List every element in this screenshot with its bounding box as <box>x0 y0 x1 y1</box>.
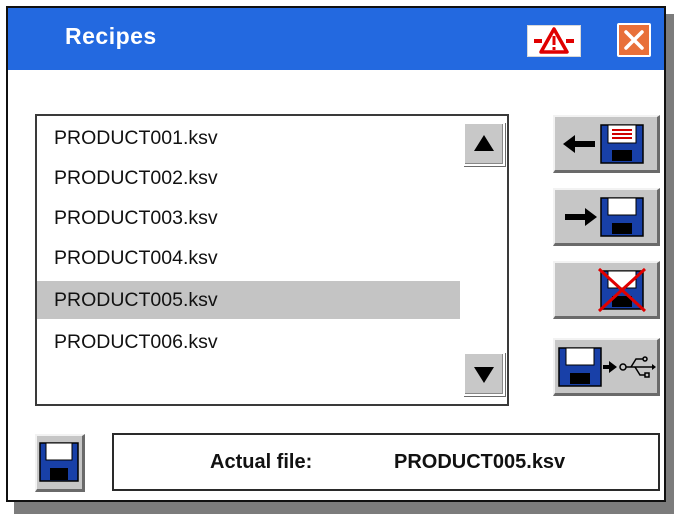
floppy-disk-icon <box>39 442 79 482</box>
scroll-down-button[interactable] <box>463 352 505 396</box>
triangle-down-icon <box>474 367 494 383</box>
window-title: Recipes <box>65 23 157 49</box>
arrow-right-floppy-icon <box>565 197 644 237</box>
save-recipe-button[interactable] <box>553 188 660 246</box>
arrow-left-floppy-icon <box>563 124 644 164</box>
scrollbar[interactable] <box>460 116 507 404</box>
list-item[interactable]: PRODUCT003.ksv <box>37 199 460 237</box>
recipe-file-list[interactable]: PRODUCT001.ksv PRODUCT002.ksv PRODUCT003… <box>35 114 509 406</box>
close-button[interactable] <box>617 23 651 57</box>
actual-file-display: Actual file: PRODUCT005.ksv <box>112 433 660 491</box>
load-recipe-button[interactable] <box>553 115 660 173</box>
recipes-dialog: Recipes PRODUCT001.ksv PRODUCT002.ksv PR… <box>6 6 666 502</box>
floppy-to-usb-icon <box>558 347 656 387</box>
floppy-crossed-icon <box>597 267 647 313</box>
warning-triangle-icon <box>534 27 574 54</box>
delete-recipe-button[interactable] <box>553 261 660 319</box>
list-item[interactable]: PRODUCT004.ksv <box>37 239 460 277</box>
list-item[interactable]: PRODUCT002.ksv <box>37 159 460 197</box>
save-current-button[interactable] <box>35 434 85 492</box>
scroll-up-button[interactable] <box>463 122 505 166</box>
triangle-up-icon <box>474 135 494 151</box>
actual-file-label: Actual file: <box>210 451 313 473</box>
title-bar: Recipes <box>8 8 664 70</box>
warning-button[interactable] <box>527 25 581 57</box>
list-item-selected[interactable]: PRODUCT005.ksv <box>37 281 460 319</box>
close-x-icon <box>624 30 644 50</box>
list-item[interactable]: PRODUCT001.ksv <box>37 119 460 157</box>
actual-file-value: PRODUCT005.ksv <box>394 451 566 473</box>
list-item[interactable]: PRODUCT006.ksv <box>37 323 460 361</box>
export-usb-button[interactable] <box>553 338 660 396</box>
